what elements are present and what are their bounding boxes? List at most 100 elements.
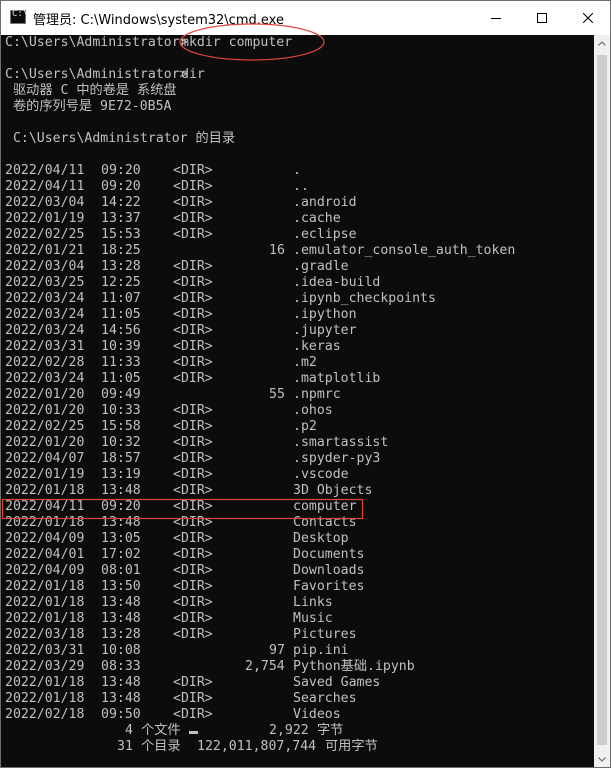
entry-time: 13:48	[101, 483, 141, 498]
entry-date: 2022/01/18	[5, 675, 85, 690]
entry-date: 2022/01/20	[5, 435, 85, 450]
dir-count: 31	[117, 739, 133, 754]
command-text: mkdir computer	[181, 35, 293, 50]
entry-name: .npmrc	[293, 387, 341, 402]
entry-time: 15:58	[101, 419, 141, 434]
entry-name: pip.ini	[293, 643, 349, 658]
entry-name: .gradle	[293, 259, 349, 274]
entry-type: <DIR>	[173, 291, 213, 306]
entry-name: ..	[293, 179, 309, 194]
entry-date: 2022/03/25	[5, 275, 85, 290]
console-output[interactable]: C:\Users\Administrator> mkdir computer C:…	[1, 35, 594, 767]
entry-type: <DIR>	[173, 275, 213, 290]
entry-size: 2,754	[245, 659, 285, 674]
entry-type: <DIR>	[173, 579, 213, 594]
entry-time: 13:28	[101, 259, 141, 274]
entry-time: 11:33	[101, 355, 141, 370]
entry-time: 13:48	[101, 595, 141, 610]
entry-type: <DIR>	[173, 195, 213, 210]
entry-size: 97	[269, 643, 285, 658]
entry-date: 2022/03/31	[5, 643, 85, 658]
entry-name: .android	[293, 195, 357, 210]
entry-type: <DIR>	[173, 691, 213, 706]
entry-time: 14:22	[101, 195, 141, 210]
entry-type: <DIR>	[173, 163, 213, 178]
minimize-button[interactable]	[473, 1, 519, 35]
entry-name: .spyder-py3	[293, 451, 381, 466]
entry-type: <DIR>	[173, 307, 213, 322]
entry-time: 18:25	[101, 243, 141, 258]
entry-date: 2022/03/29	[5, 659, 85, 674]
entry-date: 2022/03/31	[5, 339, 85, 354]
maximize-button[interactable]	[519, 1, 565, 35]
entry-name: .ipynb_checkpoints	[293, 291, 436, 306]
volume-serial-line: 卷的序列号是 9E72-0B5A	[5, 99, 172, 114]
entry-type: <DIR>	[173, 627, 213, 642]
window-title: 管理员: C:\Windows\system32\cmd.exe	[33, 13, 284, 28]
entry-name: Searches	[293, 691, 357, 706]
entry-name: Contacts	[293, 515, 357, 530]
entry-name: Saved Games	[293, 675, 381, 690]
entry-type: <DIR>	[173, 563, 213, 578]
chevron-down-icon	[598, 756, 606, 762]
entry-name: .m2	[293, 355, 317, 370]
entry-time: 09:49	[101, 387, 141, 402]
scroll-down-button[interactable]	[594, 751, 610, 767]
entry-type: <DIR>	[173, 611, 213, 626]
cmd-app-icon[interactable]: C:\	[10, 9, 29, 24]
entry-name: .keras	[293, 339, 341, 354]
entry-time: 14:56	[101, 323, 141, 338]
entry-type: <DIR>	[173, 515, 213, 530]
entry-date: 2022/03/24	[5, 307, 85, 322]
entry-size: 55	[269, 387, 285, 402]
entry-name: .eclipse	[293, 227, 357, 242]
free-bytes: 122,011,807,744	[197, 739, 317, 754]
entry-name: .ohos	[293, 403, 333, 418]
entry-name: Documents	[293, 547, 365, 562]
entry-type: <DIR>	[173, 179, 213, 194]
entry-date: 2022/03/24	[5, 371, 85, 386]
entry-name: .	[293, 163, 301, 178]
entry-time: 17:02	[101, 547, 141, 562]
entry-date: 2022/04/07	[5, 451, 85, 466]
entry-time: 12:25	[101, 275, 141, 290]
entry-date: 2022/04/11	[5, 499, 85, 514]
file-count-label: 个文件	[141, 723, 181, 738]
vertical-scrollbar[interactable]	[594, 35, 610, 767]
entry-type: <DIR>	[173, 339, 213, 354]
entry-date: 2022/04/11	[5, 179, 85, 194]
entry-name: Links	[293, 595, 333, 610]
entry-type: <DIR>	[173, 595, 213, 610]
entry-time: 09:50	[101, 707, 141, 722]
entry-date: 2022/01/20	[5, 387, 85, 402]
entry-name: Desktop	[293, 531, 349, 546]
entry-name: Music	[293, 611, 333, 626]
entry-date: 2022/03/24	[5, 323, 85, 338]
entry-name: .matplotlib	[293, 371, 381, 386]
entry-type: <DIR>	[173, 547, 213, 562]
title-bar[interactable]: C:\ 管理员: C:\Windows\system32\cmd.exe	[1, 1, 610, 35]
entry-time: 09:20	[101, 179, 141, 194]
entry-date: 2022/01/18	[5, 515, 85, 530]
prompt: C:\Users\Administrator>	[5, 67, 188, 82]
close-button[interactable]	[565, 1, 610, 35]
cmd-app-icon-glyph: C:\	[12, 9, 29, 19]
entry-name: .ipython	[293, 307, 357, 322]
entry-date: 2022/01/19	[5, 211, 85, 226]
entry-date: 2022/04/01	[5, 547, 85, 562]
scroll-up-button[interactable]	[594, 35, 610, 51]
entry-time: 13:50	[101, 579, 141, 594]
entry-type: <DIR>	[173, 259, 213, 274]
close-icon	[583, 13, 593, 23]
scrollbar-thumb[interactable]	[597, 55, 607, 745]
prompt: C:\Users\Administrator>	[5, 35, 188, 50]
entry-date: 2022/02/18	[5, 707, 85, 722]
entry-type: <DIR>	[173, 403, 213, 418]
entry-date: 2022/01/19	[5, 467, 85, 482]
entry-date: 2022/02/28	[5, 355, 85, 370]
entry-name: .vscode	[293, 467, 349, 482]
entry-date: 2022/01/18	[5, 691, 85, 706]
entry-time: 13:48	[101, 675, 141, 690]
entry-name: Downloads	[293, 563, 365, 578]
dir-count-label: 个目录	[141, 739, 181, 754]
